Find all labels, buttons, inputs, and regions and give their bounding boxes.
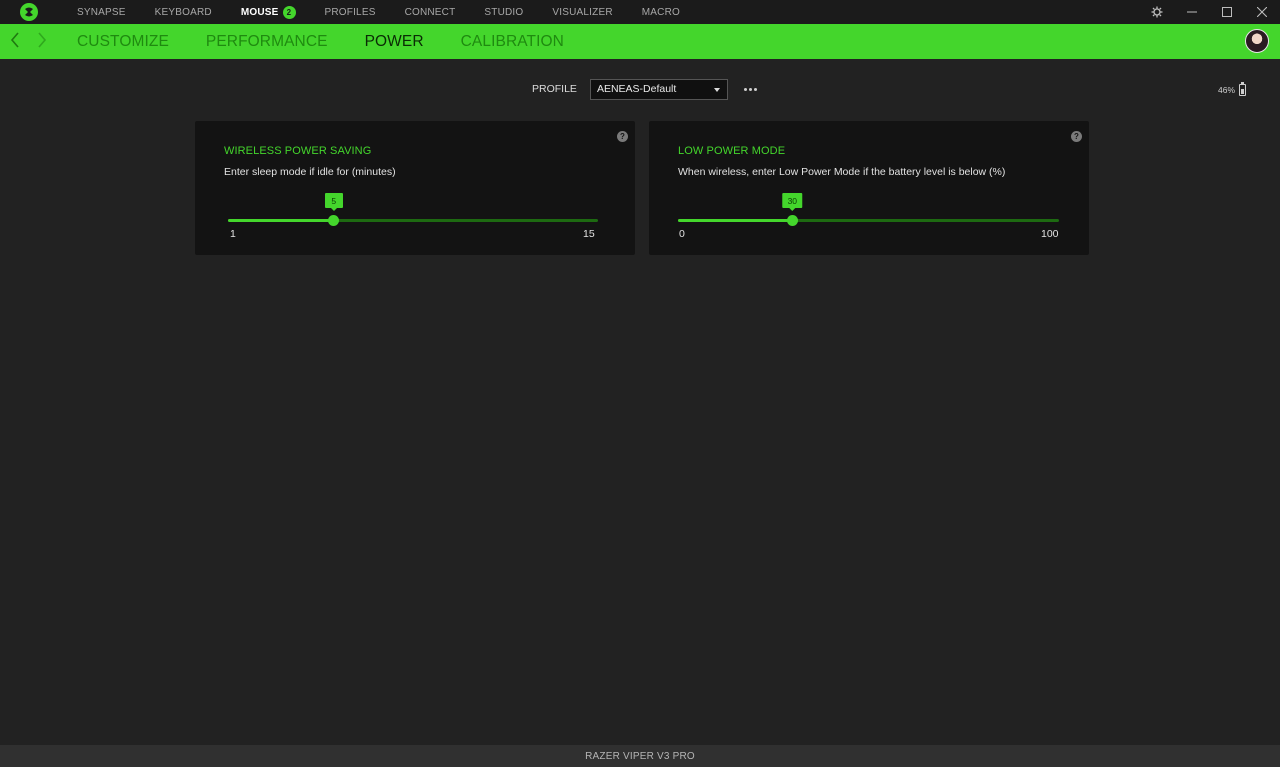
device-name-footer: RAZER VIPER V3 PRO [0,745,1280,767]
minimize-icon[interactable] [1177,0,1207,24]
help-icon[interactable]: ? [1071,131,1082,142]
slider-min-label: 0 [679,228,685,240]
device-name: RAZER VIPER V3 PRO [585,750,695,762]
nav-label: MACRO [641,6,680,18]
battery-percent: 46% [1218,85,1236,95]
sub-nav-tabs: CUSTOMIZE PERFORMANCE POWER CALIBRATION [77,24,601,59]
nav-profiles[interactable]: PROFILES [325,7,376,18]
nav-label: KEYBOARD [154,6,212,18]
tab-power[interactable]: POWER [365,33,424,51]
close-icon[interactable] [1247,0,1277,24]
nav-label: CONNECT [404,6,456,18]
sub-nav-bar: CUSTOMIZE PERFORMANCE POWER CALIBRATION [0,24,1280,59]
profile-dropdown[interactable]: AENEAS-Default [589,78,728,100]
nav-keyboard[interactable]: KEYBOARD [155,7,212,18]
title-bar: SYNAPSE KEYBOARD MOUSE 2 PROFILES CONNECT… [0,0,1280,24]
nav-visualizer[interactable]: VISUALIZER [552,7,612,18]
razer-logo-icon[interactable] [20,3,38,21]
low-power-mode-card: LOW POWER MODE When wireless, enter Low … [649,121,1089,255]
nav-macro[interactable]: MACRO [642,7,680,18]
help-icon[interactable]: ? [617,131,628,142]
card-title: LOW POWER MODE [678,145,786,157]
tab-calibration[interactable]: CALIBRATION [461,33,564,51]
slider-max-label: 15 [583,228,595,240]
forward-arrow-icon[interactable] [36,32,52,50]
top-nav: SYNAPSE KEYBOARD MOUSE 2 PROFILES CONNECT… [62,0,709,24]
sleep-timer-slider[interactable]: 5 [228,193,598,226]
nav-synapse[interactable]: SYNAPSE [77,7,126,18]
maximize-icon[interactable] [1212,0,1242,24]
nav-label: VISUALIZER [552,6,613,18]
card-description: Enter sleep mode if idle for (minutes) [224,166,396,178]
nav-mouse[interactable]: MOUSE 2 [240,5,296,19]
tab-customize[interactable]: CUSTOMIZE [77,33,169,51]
slider-thumb[interactable] [786,215,798,226]
nav-label: STUDIO [484,6,524,18]
profile-row: PROFILE AENEAS-Default [532,78,761,100]
slider-min-label: 1 [230,228,236,240]
more-options-icon[interactable] [740,84,761,95]
back-arrow-icon[interactable] [9,32,25,50]
tab-performance[interactable]: PERFORMANCE [206,33,328,51]
nav-connect[interactable]: CONNECT [405,7,456,18]
nav-label: PROFILES [324,6,376,18]
chevron-down-icon [713,87,720,92]
nav-studio[interactable]: STUDIO [484,7,523,18]
card-title: WIRELESS POWER SAVING [224,145,372,157]
battery-indicator: 46% [1218,82,1247,96]
slider-fill [678,219,793,222]
slider-value-tooltip: 30 [782,193,803,211]
user-avatar[interactable] [1245,29,1269,53]
device-count-badge: 2 [282,5,296,19]
nav-label: SYNAPSE [77,6,126,18]
low-power-threshold-slider[interactable]: 30 [678,193,1059,226]
battery-icon [1239,82,1247,96]
settings-gear-icon[interactable] [1142,0,1172,24]
slider-thumb[interactable] [328,215,340,226]
profile-selected-value: AENEAS-Default [596,83,677,95]
nav-label: MOUSE [240,6,279,18]
slider-value-tooltip: 5 [324,193,343,211]
slider-fill [228,219,334,222]
wireless-power-saving-card: WIRELESS POWER SAVING Enter sleep mode i… [195,121,635,255]
profile-label: PROFILE [532,83,577,95]
slider-max-label: 100 [1041,228,1059,240]
card-description: When wireless, enter Low Power Mode if t… [678,166,1006,178]
